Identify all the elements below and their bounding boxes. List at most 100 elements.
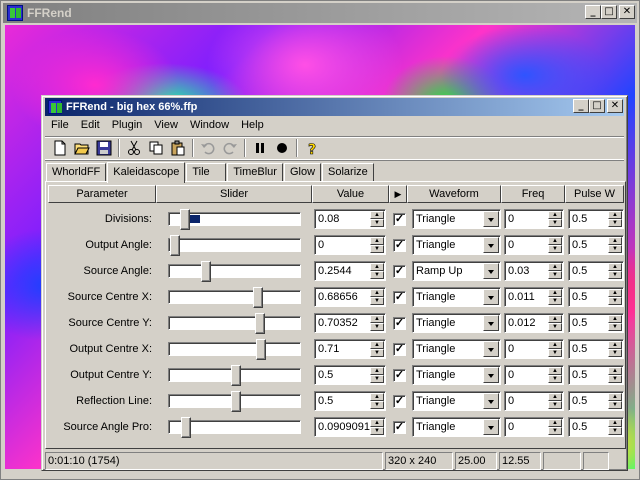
open-folder-icon[interactable] [71,138,93,158]
freq-spinner[interactable]: ▲ ▼ [548,289,562,305]
waveform-select[interactable]: Triangle [412,287,501,307]
freq-input[interactable]: 0 ▲ ▼ [504,235,564,255]
spin-down-icon[interactable]: ▼ [548,219,562,227]
save-icon[interactable] [93,138,115,158]
spin-down-icon[interactable]: ▼ [608,427,622,435]
spin-down-icon[interactable]: ▼ [608,349,622,357]
parameter-value-input[interactable]: 0.0909091 ▲ ▼ [314,417,386,437]
parameter-slider[interactable] [168,391,301,412]
spin-down-icon[interactable]: ▼ [370,401,384,409]
freq-spinner[interactable]: ▲ ▼ [548,367,562,383]
dropdown-arrow-icon[interactable] [483,341,499,357]
dropdown-arrow-icon[interactable] [483,419,499,435]
menu-edit[interactable]: Edit [75,117,106,135]
value-spinner[interactable]: ▲ ▼ [370,315,384,331]
pulse-width-spinner[interactable]: ▲ ▼ [608,289,622,305]
record-icon[interactable] [271,138,293,158]
pulse-width-input[interactable]: 0.5 ▲ ▼ [568,417,624,437]
spin-up-icon[interactable]: ▲ [548,237,562,245]
parameter-value-input[interactable]: 0.2544 ▲ ▼ [314,261,386,281]
header-waveform[interactable]: Waveform [407,185,501,203]
pulse-width-spinner[interactable]: ▲ ▼ [608,211,622,227]
spin-down-icon[interactable]: ▼ [548,401,562,409]
freq-spinner[interactable]: ▲ ▼ [548,315,562,331]
parameter-value-input[interactable]: 0.5 ▲ ▼ [314,391,386,411]
modulation-checkbox[interactable]: ✓ [393,238,406,252]
outer-maximize-button[interactable]: □ [601,5,617,19]
value-spinner[interactable]: ▲ ▼ [370,367,384,383]
parameter-slider[interactable] [168,261,301,282]
tab-timeblur[interactable]: TimeBlur [227,163,283,182]
slider-thumb[interactable] [180,209,190,230]
spin-down-icon[interactable]: ▼ [608,219,622,227]
value-spinner[interactable]: ▲ ▼ [370,393,384,409]
spin-down-icon[interactable]: ▼ [608,297,622,305]
parameter-slider[interactable] [168,339,301,360]
header-value[interactable]: Value [312,185,389,203]
pulse-width-spinner[interactable]: ▲ ▼ [608,315,622,331]
menu-plugin[interactable]: Plugin [106,117,149,135]
pulse-width-input[interactable]: 0.5 ▲ ▼ [568,391,624,411]
pulse-width-input[interactable]: 0.5 ▲ ▼ [568,261,624,281]
spin-down-icon[interactable]: ▼ [370,271,384,279]
modulation-checkbox[interactable]: ✓ [393,316,406,330]
spin-down-icon[interactable]: ▼ [370,245,384,253]
freq-input[interactable]: 0 ▲ ▼ [504,209,564,229]
outer-close-button[interactable]: ✕ [619,5,635,19]
new-file-icon[interactable] [49,138,71,158]
header-pulse-width[interactable]: Pulse W [565,185,624,203]
dropdown-arrow-icon[interactable] [483,237,499,253]
spin-down-icon[interactable]: ▼ [608,323,622,331]
menu-window[interactable]: Window [184,117,235,135]
spin-up-icon[interactable]: ▲ [370,367,384,375]
dropdown-arrow-icon[interactable] [483,289,499,305]
parameter-value-input[interactable]: 0.08 ▲ ▼ [314,209,386,229]
parameter-value-input[interactable]: 0 ▲ ▼ [314,235,386,255]
header-freq[interactable]: Freq [501,185,565,203]
dropdown-arrow-icon[interactable] [483,393,499,409]
pulse-width-spinner[interactable]: ▲ ▼ [608,419,622,435]
spin-up-icon[interactable]: ▲ [370,237,384,245]
freq-spinner[interactable]: ▲ ▼ [548,341,562,357]
spin-down-icon[interactable]: ▼ [370,297,384,305]
pulse-width-input[interactable]: 0.5 ▲ ▼ [568,365,624,385]
parameter-slider[interactable] [168,235,301,256]
freq-input[interactable]: 0 ▲ ▼ [504,339,564,359]
value-spinner[interactable]: ▲ ▼ [370,237,384,253]
spin-down-icon[interactable]: ▼ [548,245,562,253]
outer-minimize-button[interactable]: _ [585,5,601,19]
spin-up-icon[interactable]: ▲ [548,367,562,375]
pulse-width-input[interactable]: 0.5 ▲ ▼ [568,235,624,255]
slider-thumb[interactable] [170,235,180,256]
freq-spinner[interactable]: ▲ ▼ [548,237,562,253]
tab-tile[interactable]: Tile [186,163,227,182]
spin-up-icon[interactable]: ▲ [548,419,562,427]
spin-up-icon[interactable]: ▲ [608,419,622,427]
slider-thumb[interactable] [255,313,265,334]
pulse-width-spinner[interactable]: ▲ ▼ [608,367,622,383]
spin-down-icon[interactable]: ▼ [370,219,384,227]
freq-input[interactable]: 0 ▲ ▼ [504,391,564,411]
modulation-checkbox[interactable]: ✓ [393,368,406,382]
spin-down-icon[interactable]: ▼ [370,349,384,357]
value-spinner[interactable]: ▲ ▼ [370,211,384,227]
spin-up-icon[interactable]: ▲ [608,367,622,375]
slider-thumb[interactable] [231,391,241,412]
spin-up-icon[interactable]: ▲ [370,315,384,323]
spin-down-icon[interactable]: ▼ [608,271,622,279]
waveform-select[interactable]: Triangle [412,417,501,437]
spin-up-icon[interactable]: ▲ [548,289,562,297]
spin-up-icon[interactable]: ▲ [608,289,622,297]
spin-down-icon[interactable]: ▼ [548,375,562,383]
redo-icon[interactable] [219,138,241,158]
freq-spinner[interactable]: ▲ ▼ [548,419,562,435]
menu-help[interactable]: Help [235,117,270,135]
modulation-checkbox[interactable]: ✓ [393,212,406,226]
cut-icon[interactable] [123,138,145,158]
menu-file[interactable]: File [45,117,75,135]
freq-spinner[interactable]: ▲ ▼ [548,211,562,227]
waveform-select[interactable]: Triangle [412,391,501,411]
freq-input[interactable]: 0 ▲ ▼ [504,365,564,385]
menu-view[interactable]: View [148,117,184,135]
value-spinner[interactable]: ▲ ▼ [370,419,384,435]
